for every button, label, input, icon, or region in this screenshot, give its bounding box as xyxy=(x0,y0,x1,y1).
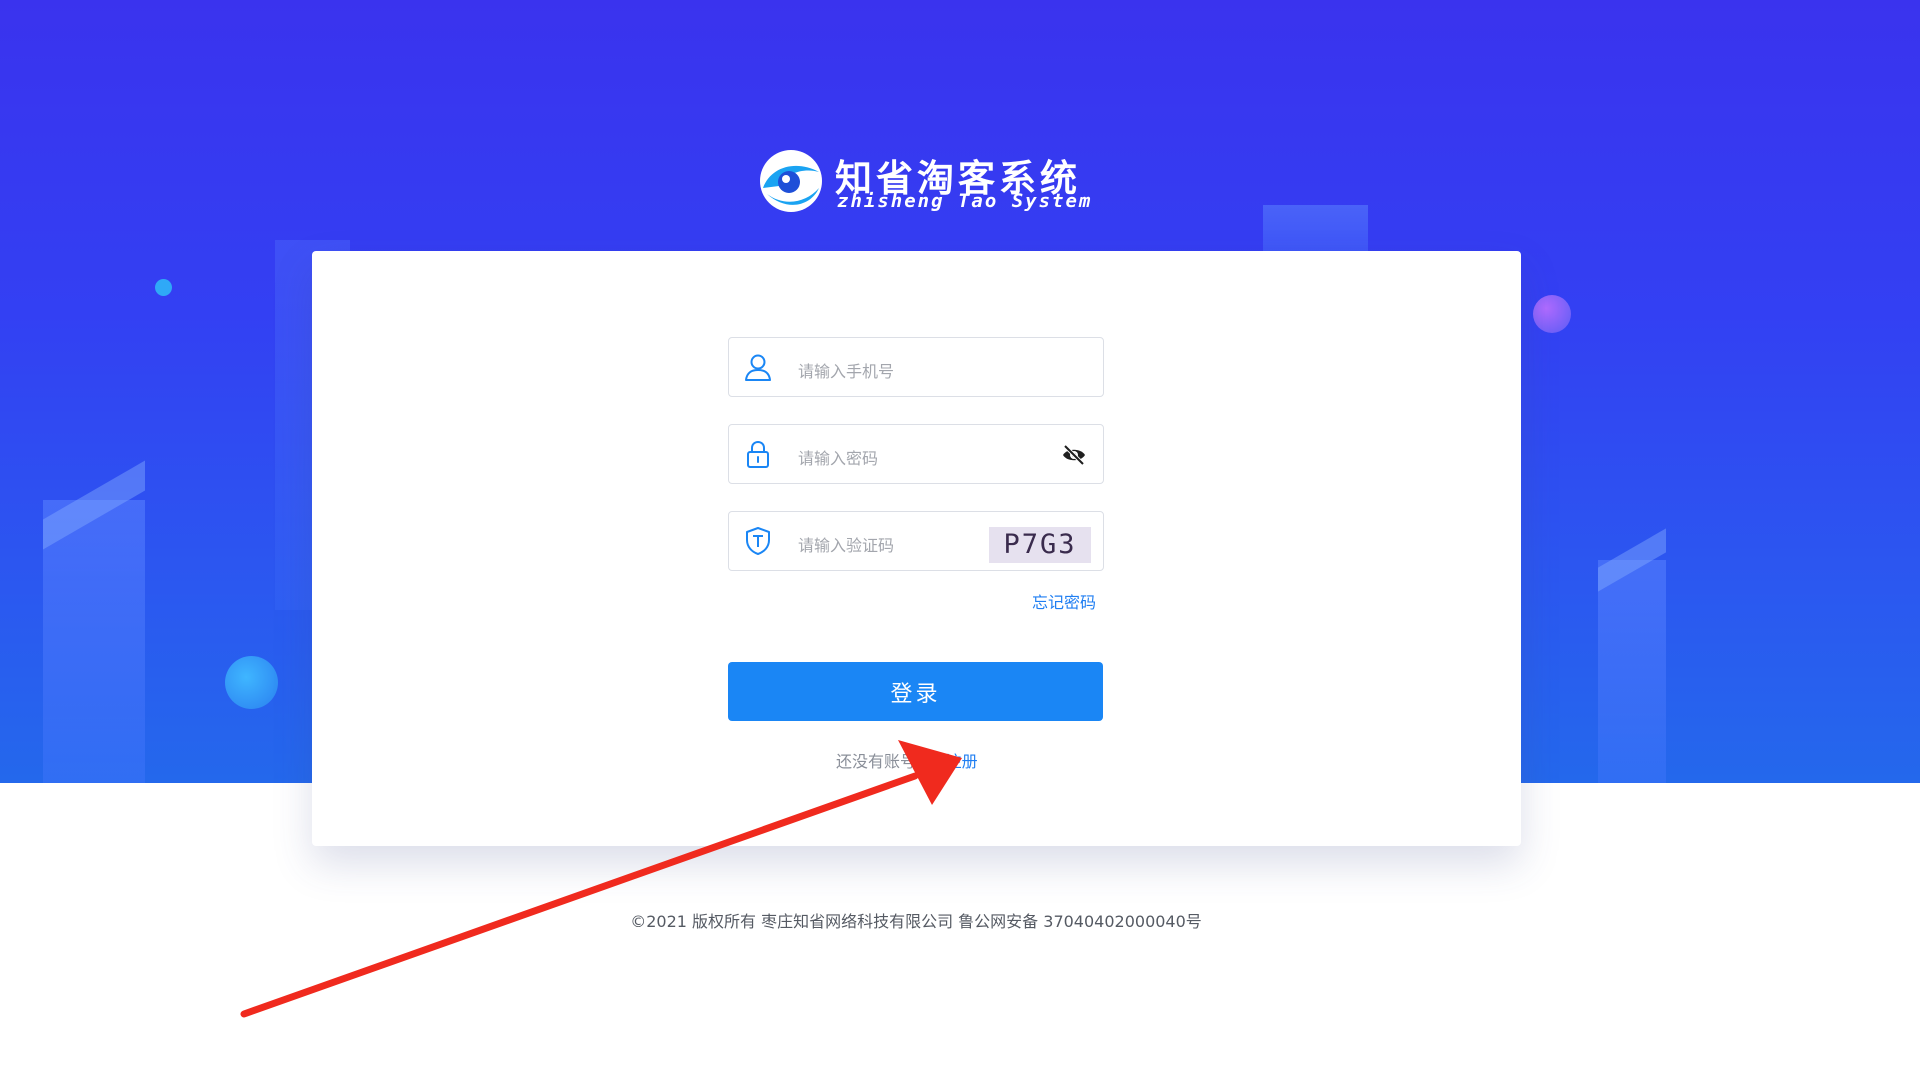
footer-copyright: ©2021 版权所有 枣庄知省网络科技有限公司 鲁公网安备 3704040200… xyxy=(630,912,1202,931)
phone-field[interactable]: 请输入手机号 xyxy=(728,337,1104,397)
decor-dot-small xyxy=(155,279,172,296)
forgot-password-link[interactable]: 忘记密码 xyxy=(1032,589,1096,613)
lock-icon xyxy=(747,440,769,468)
register-line: 还没有账号? 去注册 xyxy=(836,748,978,772)
user-icon xyxy=(745,354,771,381)
password-field[interactable]: 请输入密码 xyxy=(728,424,1104,484)
phone-placeholder: 请输入手机号 xyxy=(798,362,895,381)
brand-name-en: zhisheng Tao System xyxy=(837,190,1093,212)
register-link[interactable]: 去注册 xyxy=(930,752,978,771)
captcha-field[interactable]: 请输入验证码 P7G3 xyxy=(728,511,1104,571)
eye-wave-logo-icon xyxy=(760,150,822,212)
register-prompt: 还没有账号? xyxy=(836,752,925,771)
brand-logo: 知省淘客系统 zhisheng Tao System xyxy=(757,146,1090,216)
captcha-placeholder: 请输入验证码 xyxy=(798,536,895,555)
decor-dot-large xyxy=(225,656,278,709)
password-placeholder: 请输入密码 xyxy=(798,449,879,468)
login-button[interactable]: 登录 xyxy=(728,662,1103,721)
login-card: 请输入手机号 请输入密码 请输入验证码 P7G3 忘记密码 登录 还没有账号? … xyxy=(312,251,1521,846)
captcha-image[interactable]: P7G3 xyxy=(989,527,1091,563)
eye-slash-icon[interactable] xyxy=(1061,444,1087,466)
decor-building-right xyxy=(1598,560,1666,783)
decor-dot-purple xyxy=(1533,295,1571,333)
decor-building-left xyxy=(43,500,145,783)
shield-icon xyxy=(746,527,770,555)
